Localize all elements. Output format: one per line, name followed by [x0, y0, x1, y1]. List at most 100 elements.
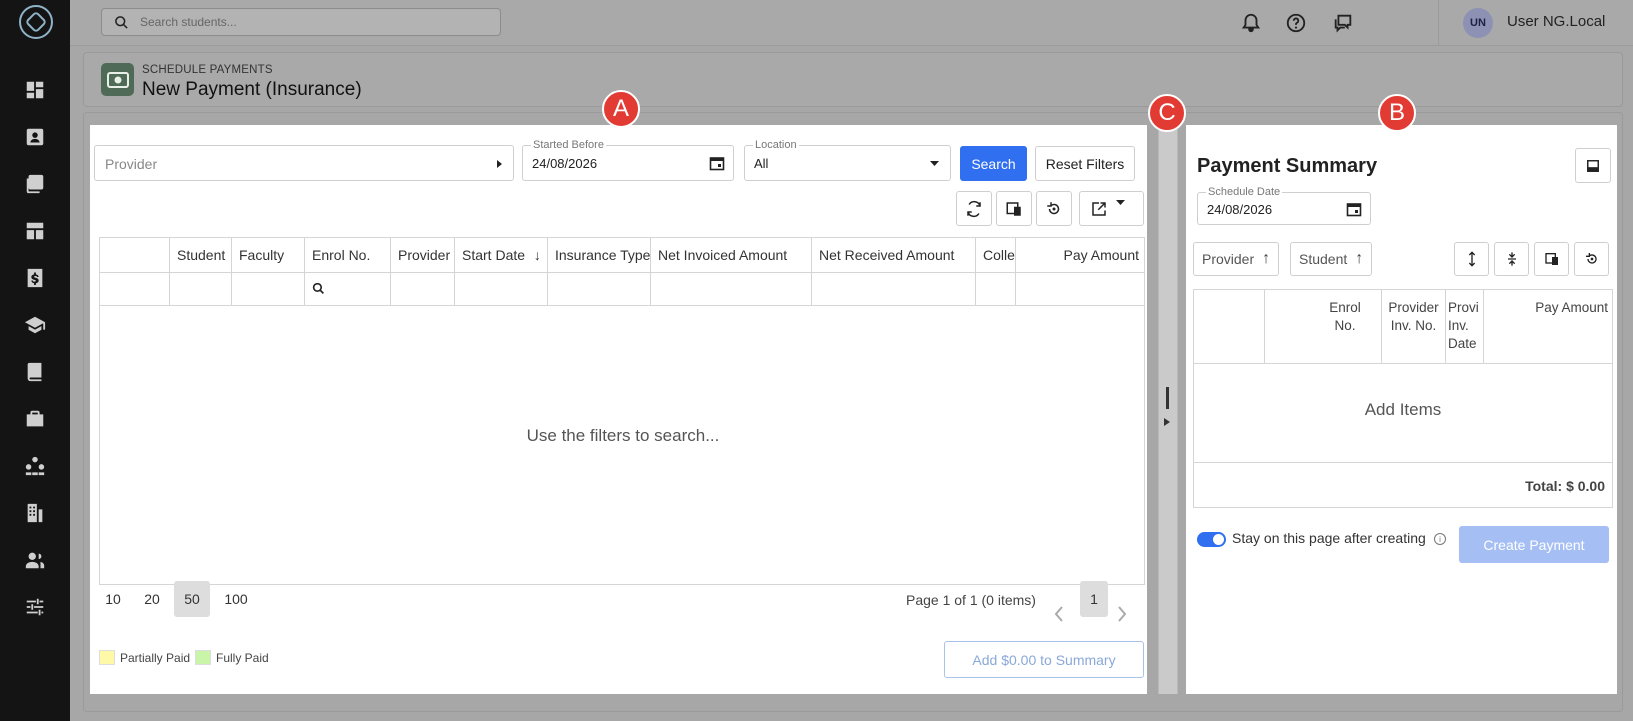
filter-collected[interactable]	[976, 273, 1016, 305]
bell-icon[interactable]	[1240, 12, 1262, 34]
dock-panel-button[interactable]	[1575, 148, 1611, 183]
provider-filter[interactable]: Provider	[94, 145, 514, 181]
badge-a: A	[602, 90, 640, 128]
reset-filters-button[interactable]: Reset Filters	[1035, 146, 1135, 181]
help-icon[interactable]	[1285, 12, 1307, 34]
user-name[interactable]: User NG.Local	[1507, 13, 1605, 30]
filter-faculty[interactable]	[232, 273, 305, 305]
start-date-label: Start Date	[462, 247, 526, 263]
summary-grid-header: Enrol No. Provider Inv. No. Provi Inv. D…	[1194, 290, 1612, 364]
sort-student-chip[interactable]: Student ↑	[1290, 242, 1373, 276]
location-label: Location	[753, 139, 799, 151]
refresh-button[interactable]	[956, 191, 992, 226]
filter-net-invoiced[interactable]	[651, 273, 812, 305]
calendar-icon[interactable]	[709, 155, 725, 171]
page-size-10[interactable]: 10	[95, 581, 131, 617]
col-net-invoiced[interactable]: Net Invoiced Amount	[651, 238, 812, 272]
avatar[interactable]: UN	[1463, 8, 1493, 38]
filter-pay-amount[interactable]	[1016, 273, 1146, 305]
contacts-icon[interactable]	[22, 124, 48, 150]
summary-col-pay-amount[interactable]: Pay Amount	[1484, 290, 1614, 363]
splitter-handle[interactable]	[1166, 387, 1169, 409]
book-icon[interactable]	[22, 359, 48, 385]
filter-provider[interactable]	[391, 273, 455, 305]
col-collected[interactable]: Collec	[976, 238, 1016, 272]
summary-col-enrol-no[interactable]: Enrol No.	[1265, 290, 1382, 363]
network-icon[interactable]	[22, 453, 48, 479]
started-before-field[interactable]: Started Before 24/08/2026	[522, 139, 734, 181]
column-chooser-button[interactable]	[996, 191, 1032, 226]
topbar-divider	[1438, 0, 1439, 46]
page-size-100[interactable]: 100	[216, 581, 256, 617]
col-provider[interactable]: Provider	[391, 238, 455, 272]
summary-total: Total: $ 0.00	[1525, 478, 1605, 494]
page-size-20[interactable]: 20	[134, 581, 170, 617]
col-net-received[interactable]: Net Received Amount	[812, 238, 976, 272]
current-page-button[interactable]: 1	[1080, 581, 1108, 617]
building-icon[interactable]	[22, 500, 48, 526]
search-button[interactable]: Search	[960, 146, 1027, 181]
info-icon[interactable]: i	[1434, 533, 1446, 545]
documents-icon[interactable]	[22, 171, 48, 197]
search-icon	[312, 282, 324, 294]
search-panel: Provider Started Before 24/08/2026 Locat…	[90, 125, 1147, 694]
page-title: New Payment (Insurance)	[142, 79, 362, 100]
filter-enrol-no[interactable]	[305, 273, 391, 305]
settings-sliders-icon[interactable]	[22, 594, 48, 620]
grid-filter-row	[100, 273, 1144, 306]
filter-net-received[interactable]	[812, 273, 976, 305]
add-to-summary-button[interactable]: Add $0.00 to Summary	[944, 641, 1144, 678]
reset-layout-button[interactable]	[1036, 191, 1072, 226]
next-page-icon[interactable]	[1117, 606, 1127, 622]
col-pay-amount[interactable]: Pay Amount	[1016, 238, 1146, 272]
search-input[interactable]	[140, 13, 480, 31]
col-insurance-type[interactable]: Insurance Type	[548, 238, 651, 272]
summary-reset-button[interactable]	[1574, 242, 1609, 276]
page-size-50[interactable]: 50	[174, 581, 210, 617]
col-faculty[interactable]: Faculty	[232, 238, 305, 272]
filter-insurance-type[interactable]	[548, 273, 651, 305]
filter-student[interactable]	[170, 273, 232, 305]
chat-icon[interactable]	[1332, 12, 1354, 34]
filter-start-date[interactable]	[455, 273, 548, 305]
column-chooser-icon	[1006, 201, 1021, 216]
briefcase-icon[interactable]	[22, 406, 48, 432]
payments-icon[interactable]	[22, 265, 48, 291]
export-button[interactable]	[1079, 191, 1144, 226]
expand-all-button[interactable]	[1454, 242, 1489, 276]
provinv-line1: Provider	[1388, 300, 1439, 315]
col-student[interactable]: Student	[170, 238, 232, 272]
reset-icon	[1047, 201, 1060, 214]
schedule-date-field[interactable]: Schedule Date 24/08/2026	[1197, 186, 1371, 225]
grid-header: Student Faculty Enrol No. Provider Start…	[100, 238, 1144, 273]
graduation-icon[interactable]	[22, 312, 48, 338]
layout-icon[interactable]	[22, 218, 48, 244]
col-start-date[interactable]: Start Date ↓	[455, 238, 548, 272]
create-payment-button[interactable]: Create Payment	[1459, 526, 1609, 563]
fully-paid-label: Fully Paid	[216, 650, 269, 665]
prev-page-icon[interactable]	[1054, 606, 1064, 622]
started-before-label: Started Before	[531, 139, 606, 151]
select-column[interactable]	[100, 238, 170, 272]
stay-on-page-toggle[interactable]	[1197, 532, 1226, 547]
dashboard-icon[interactable]	[22, 77, 48, 103]
sort-provider-chip[interactable]: Provider ↑	[1193, 242, 1280, 276]
page-subtitle: SCHEDULE PAYMENTS	[142, 64, 273, 76]
calendar-icon[interactable]	[1346, 201, 1362, 217]
summary-col-provider-inv-no[interactable]: Provider Inv. No.	[1382, 290, 1446, 363]
location-select[interactable]: Location All	[744, 139, 951, 181]
money-icon	[101, 63, 134, 96]
panel-splitter[interactable]	[1158, 125, 1178, 694]
col-enrol-no[interactable]: Enrol No.	[305, 238, 391, 272]
collapse-all-button[interactable]	[1494, 242, 1529, 276]
summary-col-provider-inv-date[interactable]: Provi Inv. Date	[1446, 290, 1484, 363]
people-icon[interactable]	[22, 547, 48, 573]
expand-arrow-icon[interactable]	[1164, 418, 1170, 426]
summary-column-chooser-button[interactable]	[1534, 242, 1569, 276]
legend-fully-paid: Fully Paid	[195, 650, 269, 665]
app-logo[interactable]	[19, 5, 53, 39]
top-bar: UN User NG.Local	[70, 0, 1633, 46]
summary-select-column[interactable]	[1194, 290, 1265, 363]
summary-title: Payment Summary	[1197, 155, 1378, 177]
student-search[interactable]	[101, 8, 501, 36]
